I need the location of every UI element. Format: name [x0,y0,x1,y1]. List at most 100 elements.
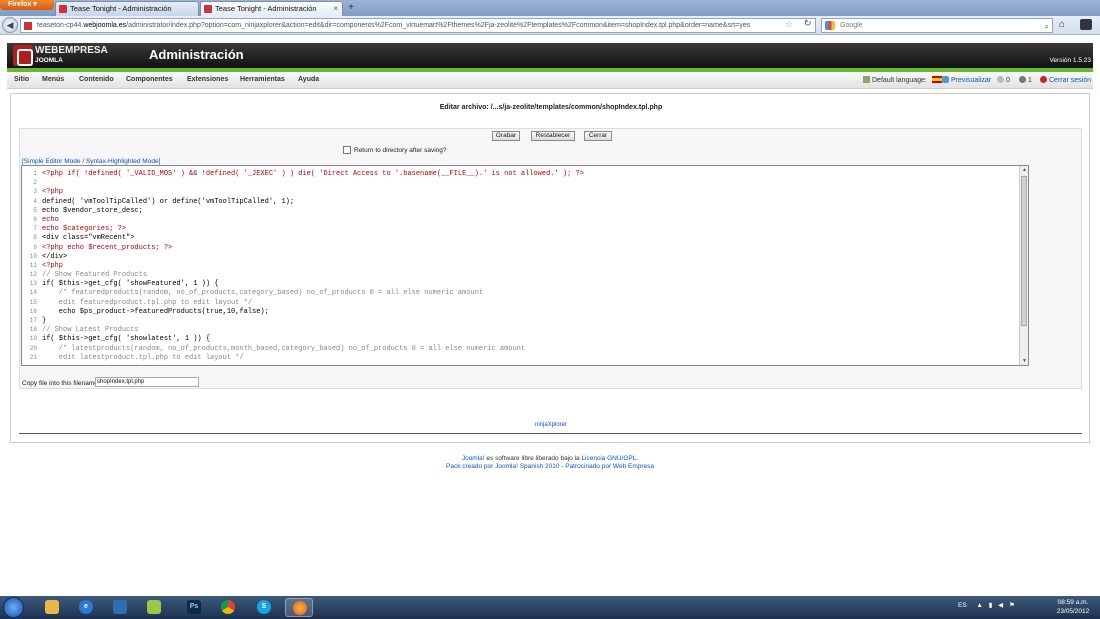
logout-link[interactable]: Cerrar sesión [1040,76,1091,84]
browser-tab-bar: Firefox ▾ Tease Tonight - Administración… [0,0,1100,16]
ninjaxplorer-link[interactable]: ninjaXplorer [11,422,1091,428]
code-line: <?php [42,188,64,197]
tab-label: Tease Tonight - Administración [70,4,172,13]
photoshop-icon: Ps [187,600,201,614]
scroll-up-icon[interactable]: ▲ [1022,167,1027,173]
new-tab-button[interactable]: + [345,2,357,14]
close-button[interactable]: Cerrar [584,131,612,141]
line-number: 9 [33,243,37,251]
code-line: /* featuredproducts(random, no_of_produc… [42,289,484,298]
search-go-icon[interactable]: ⌕ [1045,20,1049,33]
language-indicator[interactable]: ES [958,602,967,609]
line-number: 16 [29,307,37,315]
copy-filename-input[interactable]: shopIndex.tpl.php [95,377,199,387]
default-language-label: Default language: [872,77,927,84]
editor-mode-link[interactable]: [Simple Editor Mode / Syntax-Highlighted… [22,158,160,165]
code-line: </div> [42,252,68,261]
code-line: echo $categories; ?> [42,225,127,234]
url-bar[interactable]: teaseton-cp44.webjoomla.es/administrator… [20,18,816,33]
bookmark-star-icon[interactable]: ☆ [785,19,793,30]
line-number: 17 [29,317,37,324]
preview-icon [942,76,949,83]
network-icon[interactable]: ▮ [989,602,993,609]
clock-date[interactable]: 23/05/2012 [1048,608,1098,615]
skype-icon: S [257,600,271,614]
return-to-directory-checkbox[interactable] [343,146,351,154]
users-count[interactable]: 1 [1019,76,1032,84]
browser-tab-1[interactable]: Tease Tonight - Administración [55,1,199,16]
taskbar-photoshop[interactable]: Ps [180,598,208,617]
ie-icon: e [79,600,93,614]
code-lines: <?php if( !defined( '_VALID_MOS' ) && !d… [42,170,1017,363]
line-number: 4 [33,197,37,205]
edit-file-title: Editar archivo: /...s/ja-zeolite/templat… [439,104,663,111]
taskbar-ie[interactable]: e [72,598,100,617]
line-number: 18 [29,326,37,334]
taskbar-explorer[interactable] [38,598,66,617]
code-line: <?php if( !defined( '_VALID_MOS' ) && !d… [42,170,584,178]
line-number: 20 [29,344,37,352]
editor-scrollbar[interactable]: ▲ ▼ [1019,166,1028,365]
close-tab-icon[interactable]: × [333,2,338,16]
addon-icon[interactable] [1080,19,1092,30]
taskbar-media-player[interactable] [106,598,134,617]
menu-menus[interactable]: Menús [42,76,64,83]
footer-license-text: es software libre liberado bajo la [484,455,582,462]
code-line: edit featuredproduct.tpl.php to edit lay… [42,298,253,307]
menu-ayuda[interactable]: Ayuda [298,76,319,83]
line-number-gutter: 1 2 3 4 5 6 7 8 9 10 11 12 13 14 15 16 1… [22,170,39,363]
tray-expand-icon[interactable]: ▲ [976,602,982,609]
line-number: 8 [33,234,37,242]
line-number: 2 [33,179,37,187]
language-icon [863,76,870,83]
scrollbar-thumb[interactable] [1021,176,1027,326]
webempresa-logo-icon [13,45,33,66]
line-number: 12 [29,271,37,279]
home-icon[interactable]: ⌂ [1059,19,1065,30]
reload-icon[interactable]: ↻ [804,18,812,29]
line-number: 10 [29,252,37,260]
code-line: /* latestproducts(random, no_of_products… [42,344,526,353]
code-line: // Show Latest Products [42,326,139,335]
code-line: echo $ps_product->featuredProducts(true,… [42,307,269,316]
code-line: echo $vendor_store_desc; [42,206,143,215]
footer-credits[interactable]: Pack creado por Joomla! Spanish 2010 - P… [0,463,1100,470]
reset-button[interactable]: Restablecer [531,131,575,141]
main-content: Editar archivo: /...s/ja-zeolite/templat… [10,93,1090,443]
flag-icon[interactable]: ⚑ [1009,602,1015,609]
winzip-icon [147,600,161,614]
line-number: 15 [29,298,37,306]
menu-contenido[interactable]: Contenido [79,76,114,83]
menu-sitio[interactable]: Sitio [14,76,29,83]
joomla-link[interactable]: Joomla! [462,455,485,462]
messages-count[interactable]: 0 [997,76,1010,84]
browser-tab-2[interactable]: Tease Tonight - Administración × [200,1,343,16]
scroll-down-icon[interactable]: ▼ [1022,358,1027,364]
firefox-menu-button[interactable]: Firefox ▾ [0,0,54,10]
code-editor[interactable]: 1 2 3 4 5 6 7 8 9 10 11 12 13 14 15 16 1… [21,165,1029,366]
menu-componentes[interactable]: Componentes [126,76,173,83]
back-button[interactable]: ◀ [2,17,18,33]
line-number: 5 [33,206,37,214]
tab-label: Tease Tonight - Administración [215,4,317,13]
preview-link[interactable]: Previsualizar [942,76,991,84]
volume-icon[interactable]: ◀ [998,602,1003,609]
users-icon [1019,76,1026,83]
firefox-menu-label: Firefox [8,1,32,8]
menu-herramientas[interactable]: Herramientas [240,76,285,83]
taskbar-skype[interactable]: S [250,598,278,617]
menu-extensiones[interactable]: Extensiones [187,76,228,83]
taskbar-chrome[interactable] [214,598,242,617]
taskbar-winzip[interactable] [140,598,168,617]
start-button[interactable] [3,597,24,618]
taskbar-firefox[interactable] [285,598,313,617]
search-bar[interactable]: Google ⌕ [821,18,1053,33]
clock-time[interactable]: 08:59 a.m. [1048,599,1098,606]
browser-nav-bar: ◀ teaseton-cp44.webjoomla.es/administrat… [0,16,1100,35]
page-title: Administración [149,47,244,62]
messages-count-value: 0 [1006,77,1010,84]
save-button[interactable]: Grabar [492,131,520,141]
code-line: edit latestproduct.tpl.php to edit layou… [42,353,244,362]
license-link[interactable]: Licencia GNU/GPL. [581,455,638,462]
